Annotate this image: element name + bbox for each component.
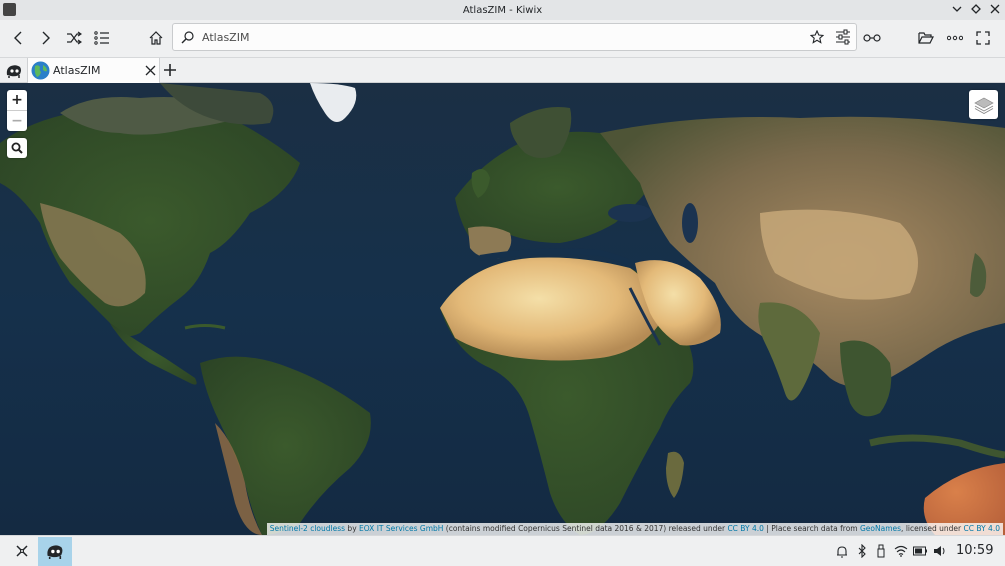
back-button[interactable]: [6, 26, 30, 50]
tab-label: AtlasZIM: [53, 64, 101, 77]
system-taskbar: 10:59: [0, 535, 1005, 566]
chevron-right-icon: [42, 31, 50, 45]
satellite-world-map[interactable]: [0, 83, 1005, 535]
table-of-contents-button[interactable]: [90, 26, 114, 50]
close-tab-icon[interactable]: [145, 65, 156, 76]
search-icon: [11, 142, 23, 154]
map-view[interactable]: + − Sentinel-2 cloudless by EOX IT Servi…: [0, 83, 1005, 535]
map-attribution: Sentinel-2 cloudless by EOX IT Services …: [266, 523, 1003, 535]
kiwix-app-icon: [3, 3, 16, 16]
notifications-bell-icon[interactable]: [835, 544, 849, 558]
search-bar[interactable]: [172, 23, 857, 51]
attribution-text: , licensed under: [901, 524, 964, 533]
globe-favicon-icon: [31, 61, 50, 80]
attribution-text: | Place search data from: [763, 524, 860, 533]
bluetooth-icon[interactable]: [855, 544, 869, 558]
layers-button[interactable]: [969, 90, 998, 119]
tab-bar: AtlasZIM: [0, 57, 1005, 84]
attribution-link-sentinel[interactable]: Sentinel-2 cloudless: [270, 524, 345, 533]
zoom-in-button[interactable]: +: [7, 90, 27, 110]
attribution-link-eox[interactable]: EOX IT Services GmbH: [359, 524, 443, 533]
menu-button[interactable]: [943, 26, 967, 50]
library-tab-icon[interactable]: [5, 63, 23, 79]
maximize-icon[interactable]: [970, 2, 982, 16]
home-button[interactable]: [144, 26, 168, 50]
attribution-text: (contains modified Copernicus Sentinel d…: [443, 524, 728, 533]
attribution-link-license[interactable]: CC BY 4.0: [727, 524, 764, 533]
layers-icon: [973, 97, 994, 114]
more-horizontal-icon: [947, 35, 963, 41]
settings-sliders-icon[interactable]: [835, 29, 851, 45]
random-article-button[interactable]: [62, 26, 86, 50]
glasses-icon: [863, 34, 881, 42]
list-icon: [94, 31, 109, 45]
chevron-left-icon: [14, 31, 22, 45]
forward-button[interactable]: [34, 26, 58, 50]
reading-mode-button[interactable]: [860, 26, 884, 50]
battery-icon[interactable]: [913, 544, 927, 558]
map-search-button[interactable]: [7, 138, 27, 158]
open-file-button[interactable]: [914, 26, 938, 50]
volume-icon[interactable]: [933, 544, 947, 558]
kiwix-task-icon: [47, 545, 63, 559]
fullscreen-button[interactable]: [971, 26, 995, 50]
folder-open-icon: [918, 32, 934, 44]
window-titlebar: AtlasZIM - Kiwix: [0, 0, 1005, 20]
shuffle-icon: [67, 31, 82, 45]
attribution-link-license-2[interactable]: CC BY 4.0: [964, 524, 1001, 533]
taskbar-kiwix-task[interactable]: [38, 537, 72, 566]
zoom-out-button[interactable]: −: [7, 111, 27, 131]
search-icon: [181, 31, 194, 44]
taskbar-clock[interactable]: 10:59: [956, 543, 993, 558]
app-launcher-icon[interactable]: [14, 543, 30, 559]
new-tab-icon[interactable]: [164, 64, 176, 76]
attribution-text: by: [345, 524, 360, 533]
bookmark-star-icon[interactable]: [810, 30, 824, 44]
window-title: AtlasZIM - Kiwix: [462, 4, 543, 16]
zoom-control: + −: [7, 90, 27, 131]
close-window-icon[interactable]: [989, 2, 1001, 16]
search-input[interactable]: [202, 31, 762, 44]
home-icon: [149, 31, 163, 45]
fullscreen-icon: [976, 31, 990, 45]
tab-atlaszim[interactable]: AtlasZIM: [27, 58, 160, 84]
minimize-icon[interactable]: [951, 2, 963, 16]
usb-device-icon[interactable]: [874, 544, 888, 558]
attribution-link-geonames[interactable]: GeoNames: [860, 524, 901, 533]
wifi-icon[interactable]: [894, 544, 908, 558]
